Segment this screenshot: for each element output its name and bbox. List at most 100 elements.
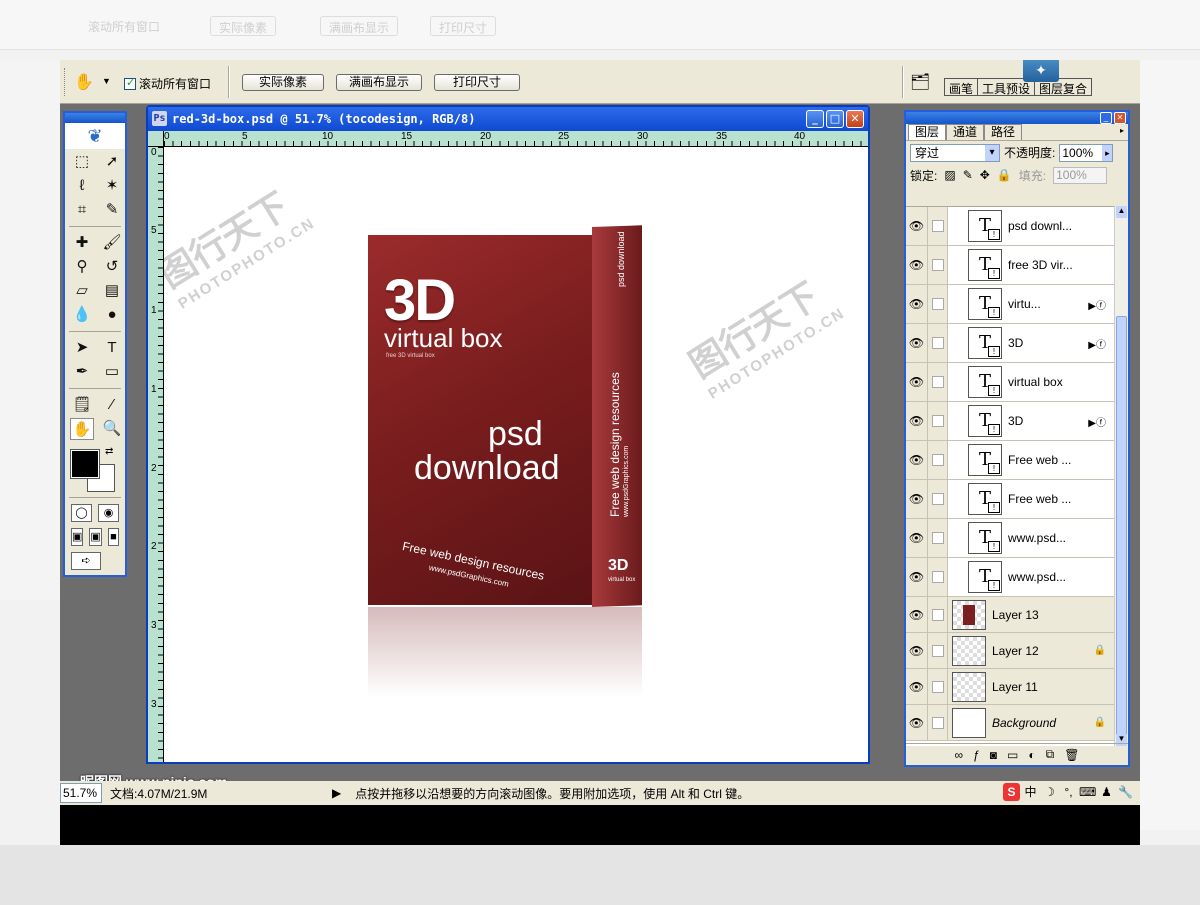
layer-link-toggle[interactable] (928, 207, 948, 245)
canvas[interactable]: 图行天下 PHOTOPHOTO.CN 图行天下 PHOTOPHOTO.CN 3D… (164, 147, 868, 762)
pen-tool-icon[interactable]: ✒ (70, 361, 94, 383)
new-layer-icon[interactable]: ⧉ (1046, 747, 1055, 762)
layer-row[interactable]: 👁 Layer 12 🔒 (906, 633, 1114, 669)
layer-link-toggle[interactable] (928, 441, 948, 479)
text-layer-thumbnail-icon[interactable]: T (968, 405, 1002, 437)
layer-row[interactable]: 👁 Tvirtu...▶ⓕ (906, 285, 1114, 324)
document-titlebar[interactable]: Ps red-3d-box.psd @ 51.7% (tocodesign, R… (148, 107, 868, 131)
ime-punctuation-icon[interactable]: °, (1060, 783, 1077, 801)
type-tool-icon[interactable]: T (100, 337, 124, 359)
layer-name[interactable]: 3D (1008, 336, 1088, 350)
layers-scrollbar[interactable]: ▲ ▼ (1114, 206, 1128, 746)
dodge-tool-icon[interactable]: ● (100, 304, 124, 326)
text-layer-thumbnail-icon[interactable]: T (968, 249, 1002, 281)
layer-row[interactable]: 👁 Layer 13 (906, 597, 1114, 633)
layer-row[interactable]: 👁 Layer 11 (906, 669, 1114, 705)
lock-position-icon[interactable]: ✥ (980, 168, 990, 182)
visibility-eye-icon[interactable]: 👁 (906, 207, 928, 245)
layer-row[interactable]: 👁 T Free web ... (906, 441, 1114, 480)
swap-colors-icon[interactable]: ⇄ (105, 446, 113, 457)
blend-mode-select[interactable]: 穿过 (910, 143, 1000, 162)
visibility-eye-icon[interactable]: 👁 (906, 441, 928, 479)
history-brush-tool-icon[interactable]: ↺ (100, 256, 124, 278)
visibility-eye-icon[interactable]: 👁 (906, 480, 928, 518)
layer-name[interactable]: Layer 11 (992, 680, 1114, 694)
visibility-eye-icon[interactable]: 👁 (906, 246, 928, 284)
ime-chinese-icon[interactable]: 中 (1022, 783, 1039, 801)
visibility-eye-icon[interactable]: 👁 (906, 402, 928, 440)
layers-titlebar[interactable]: _ ✕ (906, 112, 1128, 124)
tool-preset-dropdown-icon[interactable]: ▼ (102, 76, 111, 86)
layer-link-toggle[interactable] (928, 597, 948, 632)
maximize-icon[interactable]: □ (826, 110, 844, 128)
lasso-tool-icon[interactable]: ℓ (70, 175, 94, 197)
visibility-eye-icon[interactable]: 👁 (906, 597, 928, 632)
slice-tool-icon[interactable]: ✎ (100, 199, 124, 221)
trash-icon[interactable]: 🗑 (1064, 748, 1079, 762)
hand-tool-icon[interactable]: ✋ (74, 72, 94, 92)
print-size-button[interactable]: 打印尺寸 (434, 74, 520, 91)
layer-link-toggle[interactable] (928, 558, 948, 596)
ime-user-icon[interactable]: ♟ (1098, 783, 1115, 801)
text-layer-thumbnail-icon[interactable]: T (968, 366, 1002, 398)
crop-tool-icon[interactable]: ⌗ (70, 199, 94, 221)
layer-name[interactable]: Background (992, 716, 1094, 730)
layer-link-toggle[interactable] (928, 480, 948, 518)
shape-tool-icon[interactable]: ▭ (100, 361, 124, 383)
layer-name[interactable]: virtual box (1008, 375, 1114, 389)
opacity-field[interactable]: 100% (1059, 143, 1114, 162)
layer-thumbnail[interactable] (952, 707, 986, 738)
visibility-eye-icon[interactable]: 👁 (906, 324, 928, 362)
scroll-up-icon[interactable]: ▲ (1116, 206, 1127, 218)
zoom-tool-icon[interactable]: 🔍 (100, 418, 124, 440)
layer-link-toggle[interactable] (928, 285, 948, 323)
layer-link-toggle[interactable] (928, 669, 948, 704)
visibility-eye-icon[interactable]: 👁 (906, 285, 928, 323)
lock-image-icon[interactable]: ✎ (963, 168, 973, 182)
fill-field[interactable]: 100% (1053, 166, 1108, 184)
layer-name[interactable]: Layer 12 (992, 644, 1094, 658)
notes-tool-icon[interactable]: 🗒 (70, 394, 94, 416)
status-arrow-icon[interactable]: ▶ (332, 786, 341, 800)
full-screen-menu-icon[interactable]: ▣ (89, 528, 102, 546)
tab-layers[interactable]: 图层 (908, 124, 947, 140)
text-layer-thumbnail-icon[interactable]: T (968, 327, 1002, 359)
palette-menu-icon[interactable]: ▸ (1120, 126, 1124, 135)
layer-effects-icon[interactable]: ▶ⓕ (1088, 336, 1106, 351)
ruler-origin[interactable] (148, 131, 164, 147)
ime-keyboard-icon[interactable]: ⌨ (1079, 783, 1096, 801)
tab-paths[interactable]: 路径 (984, 124, 1023, 140)
clone-stamp-tool-icon[interactable]: ⚲ (70, 256, 94, 278)
options-grip[interactable] (64, 68, 68, 96)
minimize-icon[interactable]: _ (806, 110, 824, 128)
gradient-tool-icon[interactable]: ▤ (100, 280, 124, 302)
minimize-icon[interactable]: _ (1100, 112, 1112, 124)
foreground-color-swatch[interactable] (70, 449, 100, 479)
magic-wand-tool-icon[interactable]: ✶ (100, 175, 124, 197)
horizontal-ruler[interactable]: 0 5 10 15 20 25 30 35 40 (164, 131, 868, 147)
layer-name[interactable]: Layer 13 (992, 608, 1114, 622)
hand-tool-selected-icon[interactable]: ✋ (70, 418, 94, 440)
jump-to-imageready-icon[interactable]: ➪ (71, 552, 101, 570)
text-layer-thumbnail-icon[interactable]: T (968, 444, 1002, 476)
layer-link-toggle[interactable] (928, 633, 948, 668)
checkbox-checked-icon[interactable] (124, 76, 136, 90)
layer-name[interactable]: 3D (1008, 414, 1088, 428)
layer-mask-icon[interactable]: ◙ (990, 748, 997, 762)
layer-name[interactable]: free 3D vir... (1008, 258, 1114, 272)
layer-name[interactable]: Free web ... (1008, 492, 1114, 506)
path-selection-tool-icon[interactable]: ➤ (70, 337, 94, 359)
layer-name[interactable]: virtu... (1008, 297, 1088, 311)
layer-row[interactable]: 👁 T 3D▶ⓕ (906, 324, 1114, 363)
zoom-field[interactable]: 51.7% (60, 783, 102, 803)
marquee-tool-icon[interactable]: ⬚ (70, 151, 94, 173)
layer-name[interactable]: Free web ... (1008, 453, 1114, 467)
layer-row[interactable]: 👁 Tpsd downl... (906, 207, 1114, 246)
healing-brush-tool-icon[interactable]: ✚ (70, 232, 94, 254)
feather-logo-icon[interactable]: ❦ (65, 123, 125, 149)
layer-link-toggle[interactable] (928, 705, 948, 740)
layer-link-toggle[interactable] (928, 324, 948, 362)
adjustment-layer-icon[interactable]: ◐ (1028, 748, 1035, 762)
text-layer-thumbnail-icon[interactable]: T (968, 561, 1002, 593)
layer-row[interactable]: 👁 Tfree 3D vir... (906, 246, 1114, 285)
